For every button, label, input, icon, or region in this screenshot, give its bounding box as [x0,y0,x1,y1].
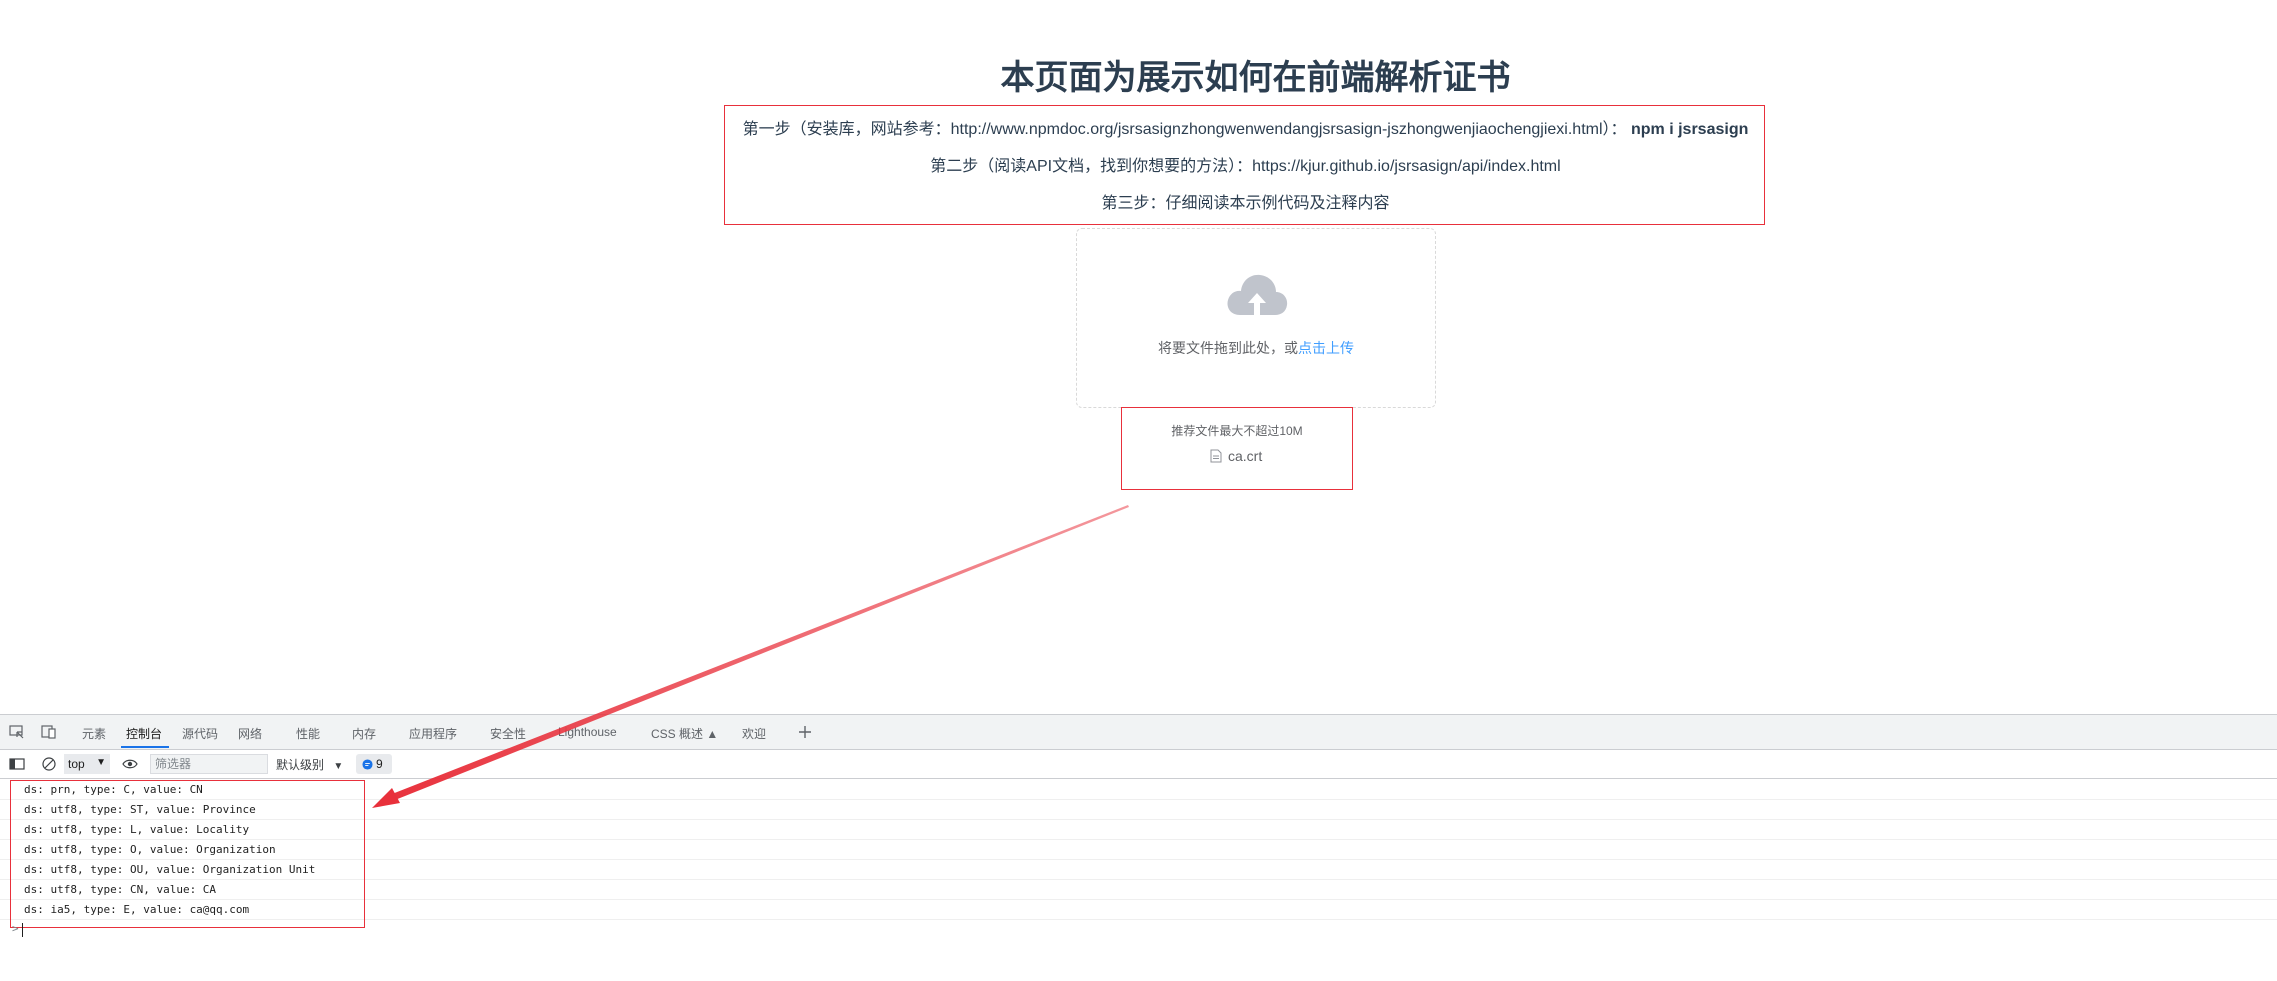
step-2-text: 第二步（阅读API文档，找到你想要的方法）：https://kjur.githu… [930,158,1561,175]
step-1-command: npm i jsrsasign [1631,121,1749,138]
add-tab-icon[interactable] [797,724,813,740]
context-value: top [68,757,85,771]
message-icon [362,758,373,770]
file-list-highlight-box: 推荐文件最大不超过10M ca.crt [1121,407,1353,490]
upload-dropzone[interactable]: 将要文件拖到此处，或点击上传 [1076,228,1436,408]
issues-counter-button[interactable]: 9 [356,754,392,774]
active-tab-indicator [121,746,169,748]
file-list-item[interactable]: ca.crt [1210,448,1262,464]
tab-elements[interactable]: 元素 [82,725,106,742]
tab-console[interactable]: 控制台 [126,725,162,742]
step-3: 第三步：仔细阅读本示例代码及注释内容 [725,194,1766,214]
context-select[interactable]: top ▼ [64,754,110,774]
log-level-value: 默认级别 [276,758,325,772]
step-1-text: 第一步（安装库，网站参考：http://www.npmdoc.org/jsrsa… [742,121,1627,138]
devtools-tab-bar: 元素 控制台 源代码 网络 性能 内存 应用程序 安全性 Lighthouse … [0,715,2277,750]
tab-application[interactable]: 应用程序 [409,725,457,742]
tab-welcome[interactable]: 欢迎 [742,725,766,742]
tab-lighthouse[interactable]: Lighthouse [558,725,617,739]
drag-text: 将要文件拖到此处，或 [1158,340,1298,356]
live-expression-eye-icon[interactable] [122,756,138,772]
file-name: ca.crt [1228,448,1263,464]
console-filter-input[interactable] [150,754,268,774]
tab-security[interactable]: 安全性 [490,725,526,742]
upload-cloud-icon [1227,274,1288,317]
chevron-down-icon: ▼ [333,761,344,772]
console-input-caret[interactable] [22,923,23,937]
document-icon [1210,449,1222,463]
clear-console-icon[interactable] [41,756,57,772]
tab-network[interactable]: 网络 [238,725,262,742]
upload-hint: 将要文件拖到此处，或点击上传 [1077,338,1435,358]
step-3-text: 第三步：仔细阅读本示例代码及注释内容 [1101,195,1390,212]
tab-performance[interactable]: 性能 [296,725,320,742]
log-level-select[interactable]: 默认级别 ▼ [276,756,343,773]
steps-highlight-box: 第一步（安装库，网站参考：http://www.npmdoc.org/jsrsa… [724,105,1765,225]
inspect-element-icon[interactable] [9,724,25,740]
tab-css-overview[interactable]: CSS 概述 ▲ [651,725,718,742]
step-2: 第二步（阅读API文档，找到你想要的方法）：https://kjur.githu… [725,157,1766,177]
device-toolbar-icon[interactable] [41,724,57,740]
console-toolbar: top ▼ 默认级别 ▼ 9 [0,750,2277,779]
console-prompt: > [12,922,19,935]
step-1: 第一步（安装库，网站参考：http://www.npmdoc.org/jsrsa… [725,120,1766,140]
tab-memory[interactable]: 内存 [352,725,376,742]
click-upload-link[interactable]: 点击上传 [1298,340,1354,356]
tab-sources[interactable]: 源代码 [182,725,218,742]
console-highlight-box [10,780,365,928]
sidebar-toggle-icon[interactable] [9,756,25,772]
issues-count: 9 [376,757,383,771]
page-title: 本页面为展示如何在前端解析证书 [1000,59,1511,97]
upload-tip: 推荐文件最大不超过10M [1171,424,1303,438]
chevron-down-icon: ▼ [96,757,106,768]
